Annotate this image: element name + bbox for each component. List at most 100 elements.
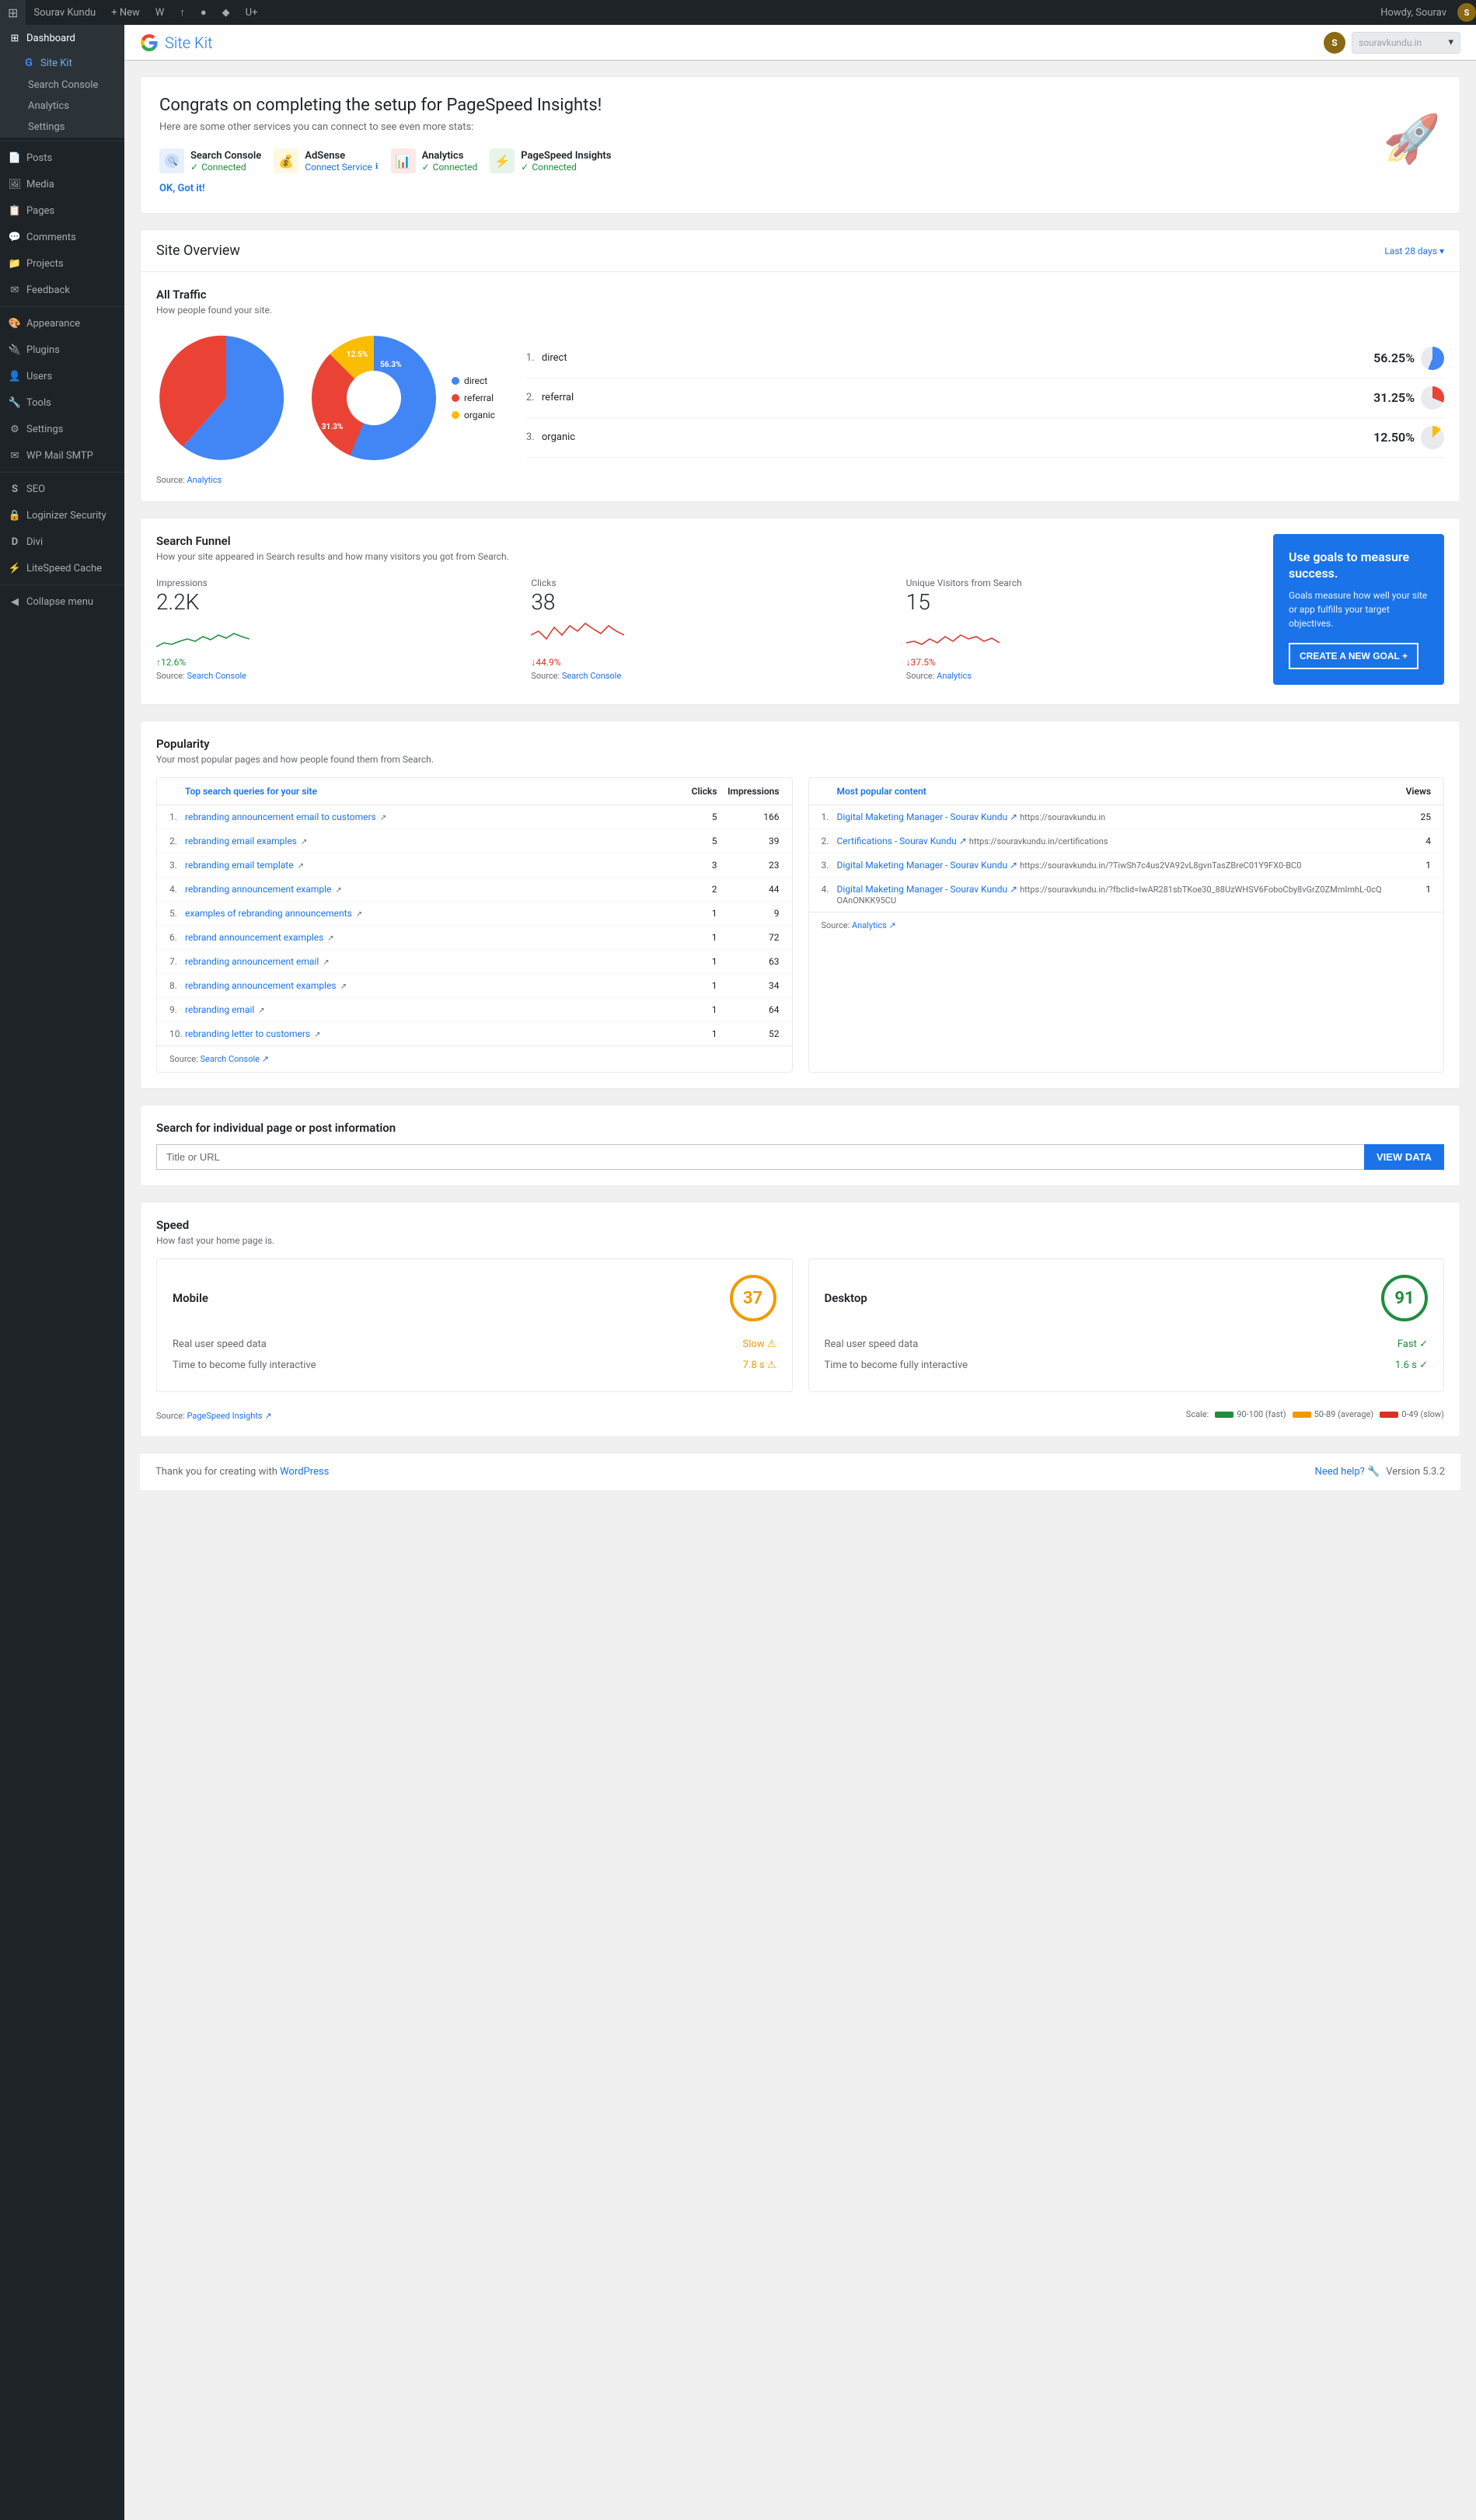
desktop-header: Desktop 91 — [825, 1275, 1429, 1321]
content-name-link[interactable]: Certifications - Sourav Kundu ↗ — [837, 836, 967, 846]
sidebar-item-divi[interactable]: D Divi — [0, 529, 124, 555]
row-query[interactable]: rebranding announcement email ↗ — [185, 956, 671, 967]
sidebar-item-tools[interactable]: 🔧 Tools — [0, 389, 124, 416]
row-rank: 10. — [169, 1028, 185, 1039]
funnel-subtitle: How your site appeared in Search results… — [156, 551, 1258, 562]
plugin3-bar[interactable]: ● — [193, 0, 215, 25]
plugin2-bar[interactable]: ↑ — [172, 0, 193, 25]
search-input[interactable] — [156, 1144, 1364, 1170]
sidebar-item-comments[interactable]: 💬 Comments — [0, 224, 124, 250]
new-label: + New — [111, 7, 140, 19]
wordpress-link[interactable]: WordPress — [280, 1466, 329, 1478]
sidebar-item-pages[interactable]: 📋 Pages — [0, 197, 124, 224]
desktop-title: Desktop — [825, 1291, 867, 1305]
content-name-link[interactable]: Digital Maketing Manager - Sourav Kundu … — [837, 860, 1018, 871]
plugin1-bar[interactable]: W — [148, 0, 173, 25]
sidebar-item-users[interactable]: 👤 Users — [0, 363, 124, 389]
site-name-bar[interactable]: Sourav Kundu — [26, 0, 103, 25]
search-console-icon: 🔍 — [159, 148, 184, 173]
sidebar-item-dashboard[interactable]: ⊞ Dashboard — [0, 25, 124, 51]
row-rank: 9. — [169, 1004, 185, 1015]
impressions-source-link[interactable]: Search Console — [187, 671, 246, 681]
plugins-icon: 🔌 — [8, 343, 22, 357]
content-name-link[interactable]: Digital Maketing Manager - Sourav Kundu … — [837, 884, 1018, 895]
row-clicks: 1 — [671, 980, 717, 991]
col-clicks-header: Clicks — [671, 786, 717, 797]
row-query[interactable]: rebranding email examples ↗ — [185, 836, 671, 846]
row-query[interactable]: rebranding announcement email to custome… — [185, 811, 671, 822]
content-row-views: 4 — [1384, 836, 1431, 846]
pie-label-direct: 56.3% — [380, 361, 402, 369]
sidebar-item-feedback[interactable]: ✉ Feedback — [0, 277, 124, 303]
row-impressions: 72 — [717, 932, 780, 943]
row-query[interactable]: rebranding announcement example ↗ — [185, 884, 671, 895]
clicks-source-link[interactable]: Search Console — [562, 671, 621, 681]
sidebar-item-loginizer[interactable]: 🔒 Loginizer Security — [0, 502, 124, 529]
adsense-status[interactable]: Connect Service ℹ — [305, 162, 378, 173]
plugin5-bar[interactable]: U+ — [238, 0, 266, 25]
traffic-source-link[interactable]: Analytics — [187, 475, 222, 485]
service-adsense: 💰 AdSense Connect Service ℹ — [274, 148, 378, 173]
sidebar-item-litespeed[interactable]: ⚡ LiteSpeed Cache — [0, 555, 124, 581]
selector-chevron-icon: ▾ — [1448, 37, 1453, 48]
pie-label-organic: 12.5% — [347, 351, 368, 359]
search-query-row: 7. rebranding announcement email ↗ 1 63 — [157, 950, 792, 974]
search-source-link[interactable]: Search Console ↗ — [200, 1054, 268, 1064]
new-content-bar[interactable]: + New — [103, 0, 148, 25]
sidebar-item-appearance[interactable]: 🎨 Appearance — [0, 310, 124, 337]
row-query[interactable]: rebranding email ↗ — [185, 1004, 671, 1015]
popularity-grid: Top search queries for your site Clicks … — [156, 777, 1444, 1073]
row-query[interactable]: rebranding letter to customers ↗ — [185, 1028, 671, 1039]
user-avatar-header[interactable]: S — [1324, 32, 1345, 54]
sidebar-item-settings2[interactable]: ⚙ Settings — [0, 416, 124, 442]
content-row-rank: 2. — [822, 836, 837, 846]
speed-grid: Mobile 37 Real user speed data Slow ⚠ Ti… — [156, 1258, 1444, 1392]
need-help-link[interactable]: Need help? 🔧 — [1315, 1466, 1380, 1478]
speed-scale: Scale: 90-100 (fast) 50-89 (average) 0-4… — [1186, 1409, 1444, 1419]
create-goal-button[interactable]: CREATE A NEW GOAL + — [1289, 643, 1418, 669]
visitors-source-link[interactable]: Analytics — [937, 671, 972, 681]
funnel-visitors: Unique Visitors from Search 15 ↓37.5% So… — [906, 578, 1258, 681]
site-selector[interactable]: souravkundu.in ▾ — [1352, 32, 1460, 54]
comments-icon: 💬 — [8, 230, 22, 244]
ok-button[interactable]: OK, Got it! — [159, 183, 205, 194]
row-query[interactable]: examples of rebranding announcements ↗ — [185, 908, 671, 919]
sidebar-item-search-console[interactable]: Search Console — [0, 75, 124, 96]
sidebar-item-posts[interactable]: 📄 Posts — [0, 145, 124, 171]
user-avatar-bar[interactable]: S — [1457, 3, 1476, 22]
sidebar-item-analytics[interactable]: Analytics — [0, 96, 124, 117]
col-impressions-header: Impressions — [717, 786, 780, 797]
last-days-selector[interactable]: Last 28 days ▾ — [1384, 246, 1444, 257]
row-clicks: 5 — [671, 811, 717, 822]
view-data-button[interactable]: VIEW DATA — [1364, 1144, 1444, 1170]
funnel-title: Search Funnel — [156, 534, 1258, 548]
sidebar-item-seo[interactable]: S SEO — [0, 476, 124, 502]
wp-logo-bar[interactable]: ⊞ — [0, 0, 26, 25]
scale-avg-label: 50-89 (average) — [1314, 1409, 1374, 1419]
sidebar-item-media[interactable]: 🖼 Media — [0, 171, 124, 197]
search-queries-table: Top search queries for your site Clicks … — [156, 777, 793, 1073]
projects-icon: 📁 — [8, 257, 22, 270]
plugin4-bar[interactable]: ◆ — [215, 0, 238, 25]
sidebar-item-wpmail[interactable]: ✉ WP Mail SMTP — [0, 442, 124, 469]
sidebar-item-settings[interactable]: Settings — [0, 117, 124, 138]
popularity-title: Popularity — [156, 737, 1444, 751]
ext-icon: ↗ — [380, 814, 386, 822]
pagespeed-status: ✓ Connected — [521, 162, 611, 173]
sidebar-item-sitekit[interactable]: G Site Kit — [0, 51, 124, 75]
row-query[interactable]: rebranding email template ↗ — [185, 860, 671, 871]
content-source-link[interactable]: Analytics ↗ — [852, 920, 896, 930]
sidebar-item-projects[interactable]: 📁 Projects — [0, 250, 124, 277]
scale-slow-label: 0-49 (slow) — [1401, 1409, 1444, 1419]
search-page-title: Search for individual page or post infor… — [156, 1121, 1444, 1135]
sidebar-item-collapse[interactable]: ◀ Collapse menu — [0, 588, 124, 615]
sidebar-item-plugins[interactable]: 🔌 Plugins — [0, 337, 124, 363]
row-query[interactable]: rebranding announcement examples ↗ — [185, 980, 671, 991]
content-name-link[interactable]: Digital Maketing Manager - Sourav Kundu … — [837, 811, 1018, 822]
row-query[interactable]: rebrand announcement examples ↗ — [185, 932, 671, 943]
pagespeed-source-link[interactable]: PageSpeed Insights ↗ — [187, 1411, 271, 1421]
ext-icon: ↗ — [323, 958, 329, 967]
search-query-row: 1. rebranding announcement email to cust… — [157, 805, 792, 829]
col-num-content — [822, 786, 837, 797]
wpmail-icon: ✉ — [8, 449, 22, 462]
